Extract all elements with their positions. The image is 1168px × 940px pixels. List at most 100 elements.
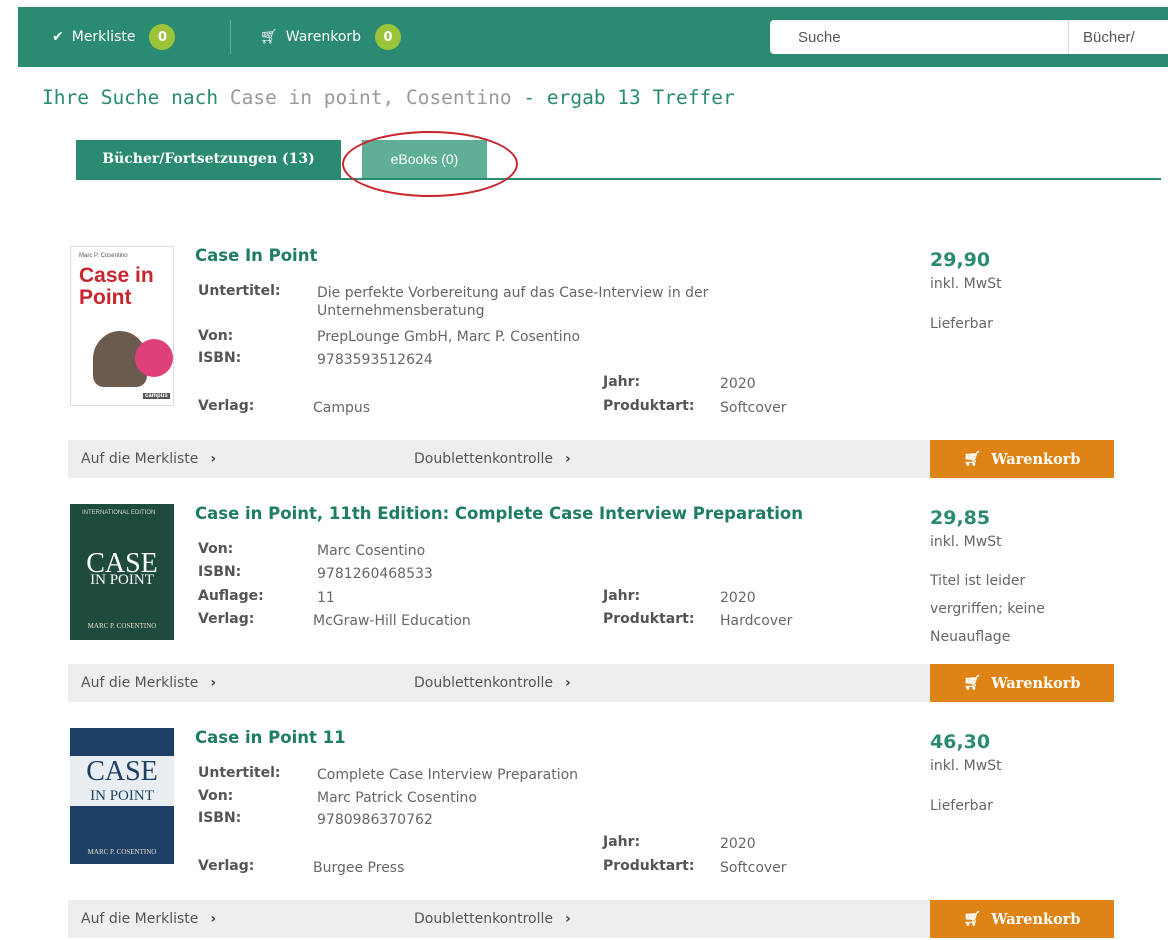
result-action-bar: Auf die Merkliste › Doublettenkontrolle … <box>68 664 1114 702</box>
isbn-value: 9783593512624 <box>317 352 433 368</box>
produktart-label: Produktart: <box>603 611 695 627</box>
chevron-right-icon: › <box>210 911 217 927</box>
search-query: Case in point, Cosentino <box>229 86 512 109</box>
availability: Titel ist leider vergriffen; keine Neuau… <box>930 573 1045 645</box>
warenkorb-count-badge: 0 <box>375 24 402 50</box>
verlag-label: Verlag: <box>198 858 255 874</box>
cover-title-line2: IN POINT <box>70 786 174 806</box>
jahr-label: Jahr: <box>603 588 641 604</box>
search-result-heading: Ihre Suche nach Case in point, Cosentino… <box>42 86 735 109</box>
tabs-underline <box>76 178 1161 180</box>
shopping-cart-icon: 🛒︎ <box>963 911 982 927</box>
add-to-merkliste-link[interactable]: Auf die Merkliste › <box>81 900 216 938</box>
search-scope-select[interactable]: Bücher/ <box>1068 20 1168 54</box>
add-to-merkliste-link[interactable]: Auf die Merkliste › <box>81 664 216 702</box>
verlag-value: Campus <box>313 400 371 416</box>
shopping-cart-icon: 🛒︎ <box>963 451 982 467</box>
add-to-cart-button[interactable]: 🛒︎ Warenkorb <box>930 440 1114 478</box>
cover-title: Case in Point <box>79 265 154 309</box>
price-note: inkl. MwSt <box>930 758 1002 774</box>
untertitel-label: Untertitel: <box>198 765 281 781</box>
isbn-value: 9781260468533 <box>317 566 433 582</box>
result-title-link[interactable]: Case in Point, 11th Edition: Complete Ca… <box>195 504 803 523</box>
produktart-label: Produktart: <box>603 398 695 414</box>
produktart-value: Softcover <box>720 860 787 876</box>
price: 29,90 <box>930 249 991 271</box>
isbn-label: ISBN: <box>198 810 242 826</box>
shopping-cart-icon: 🛒︎ <box>963 675 982 691</box>
verlag-label: Verlag: <box>198 398 255 414</box>
cover-publisher: campus <box>143 393 170 399</box>
chevron-right-icon: › <box>210 451 217 467</box>
untertitel-value: Die perfekte Vorbereitung auf das Case-I… <box>317 285 709 319</box>
price: 29,85 <box>930 507 991 529</box>
produktart-value: Softcover <box>720 400 787 416</box>
availability: Lieferbar <box>930 798 993 814</box>
shopping-cart-icon: 🛒︎ <box>260 29 278 45</box>
jahr-label: Jahr: <box>603 374 641 390</box>
cover-author: Marc P. Cosentino <box>79 253 128 259</box>
checkmark-icon: ✔ <box>52 29 64 45</box>
heading-suffix: - ergab 13 Treffer <box>523 86 735 109</box>
result-tabs: Bücher/Fortsetzungen (13) eBooks (0) <box>76 140 1161 182</box>
verlag-label: Verlag: <box>198 611 255 627</box>
result-title-link[interactable]: Case In Point <box>195 246 317 265</box>
von-label: Von: <box>198 328 234 344</box>
jahr-value: 2020 <box>720 836 756 852</box>
isbn-label: ISBN: <box>198 350 242 366</box>
tab-buecher-fortsetzungen[interactable]: Bücher/Fortsetzungen (13) <box>76 140 341 178</box>
chevron-right-icon: › <box>565 911 571 927</box>
add-to-cart-button[interactable]: 🛒︎ Warenkorb <box>930 664 1114 702</box>
von-value: Marc Patrick Cosentino <box>317 790 477 806</box>
von-value: PrepLounge GmbH, Marc P. Cosentino <box>317 329 581 345</box>
warenkorb-link[interactable]: 🛒︎ Warenkorb 0 <box>260 7 402 67</box>
book-cover[interactable]: CASE IN POINT MARC P. COSENTINO <box>70 728 174 864</box>
jahr-label: Jahr: <box>603 834 641 850</box>
jahr-value: 2020 <box>720 590 756 606</box>
book-cover[interactable]: Marc P. Cosentino Case in Point campus <box>70 246 174 406</box>
result-title-link[interactable]: Case in Point 11 <box>195 728 346 747</box>
merkliste-link-label: Auf die Merkliste <box>81 451 199 467</box>
untertitel-label: Untertitel: <box>198 283 281 299</box>
price: 46,30 <box>930 731 991 753</box>
cover-title-line1: CASE <box>70 756 174 787</box>
add-to-cart-button[interactable]: 🛒︎ Warenkorb <box>930 900 1114 938</box>
search-input[interactable] <box>770 20 1060 54</box>
heading-prefix: Ihre Suche nach <box>42 86 219 109</box>
doublettenkontrolle-link[interactable]: Doublettenkontrolle › <box>414 900 571 938</box>
cover-author: MARC P. COSENTINO <box>87 848 157 856</box>
warenkorb-label: Warenkorb <box>285 29 362 45</box>
book-cover[interactable]: INTERNATIONAL EDITION CASE IN POINT MARC… <box>70 504 174 640</box>
chevron-right-icon: › <box>565 675 571 691</box>
chevron-right-icon: › <box>210 675 217 691</box>
merkliste-count-badge: 0 <box>149 24 176 50</box>
jahr-value: 2020 <box>720 376 756 392</box>
tab-ebooks[interactable]: eBooks (0) <box>362 140 487 178</box>
result-action-bar: Auf die Merkliste › Doublettenkontrolle … <box>68 440 1114 478</box>
verlag-value: Burgee Press <box>313 860 405 876</box>
doublettenkontrolle-link[interactable]: Doublettenkontrolle › <box>414 440 571 478</box>
add-to-merkliste-link[interactable]: Auf die Merkliste › <box>81 440 216 478</box>
verlag-value: McGraw-Hill Education <box>313 613 471 629</box>
merkliste-label: Merkliste <box>71 29 136 45</box>
cart-button-label: Warenkorb <box>991 450 1081 468</box>
price-note: inkl. MwSt <box>930 534 1002 550</box>
merkliste-link-label: Auf die Merkliste <box>81 675 199 691</box>
doubletten-link-label: Doublettenkontrolle <box>414 451 554 467</box>
chevron-right-icon: › <box>565 451 571 467</box>
von-label: Von: <box>198 788 234 804</box>
cover-title-line2: IN POINT <box>90 572 154 588</box>
merkliste-link[interactable]: ✔ Merkliste 0 <box>52 7 176 67</box>
produktart-value: Hardcover <box>720 613 793 629</box>
doublettenkontrolle-link[interactable]: Doublettenkontrolle › <box>414 664 571 702</box>
isbn-label: ISBN: <box>198 564 242 580</box>
result-action-bar: Auf die Merkliste › Doublettenkontrolle … <box>68 900 1114 938</box>
merkliste-link-label: Auf die Merkliste <box>81 911 199 927</box>
doubletten-link-label: Doublettenkontrolle <box>414 911 554 927</box>
price-note: inkl. MwSt <box>930 276 1002 292</box>
topbar-divider <box>230 20 231 54</box>
availability: Lieferbar <box>930 316 993 332</box>
search-box: Bücher/ <box>770 20 1168 54</box>
auflage-value: 11 <box>317 590 335 606</box>
top-bar: ✔ Merkliste 0 🛒︎ Warenkorb 0 Bücher/ <box>18 7 1168 67</box>
